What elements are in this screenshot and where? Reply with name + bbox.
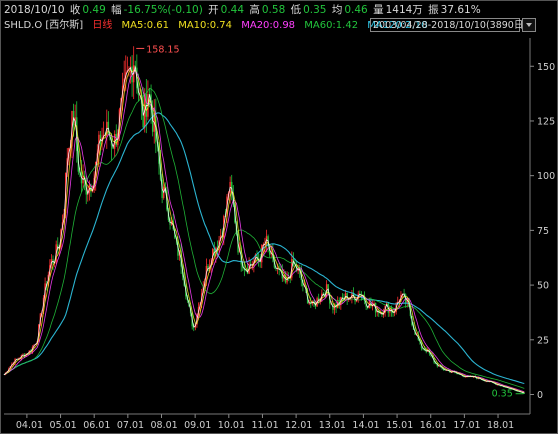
low-label: 低 [290, 4, 302, 16]
x-tick-label: 13.01 [319, 420, 346, 431]
close-value: 0.49 [82, 4, 106, 16]
moving-average-lines [3, 66, 525, 394]
candlesticks [4, 46, 525, 394]
x-tick-label: 12.01 [285, 420, 312, 431]
avg-value: 0.46 [344, 4, 368, 16]
amplitude-label: 振 [428, 4, 439, 16]
y-tick-label: 75 [537, 226, 549, 237]
quote-bar: 2018/10/10 收 0.49 幅 -16.75%(-0.10) 开 0.44 高… [4, 3, 483, 17]
x-tick-label: 14.01 [352, 420, 379, 431]
y-tick-label: 125 [537, 116, 555, 127]
ma10-label: MA10:0.74 [178, 20, 233, 31]
x-tick-label: 09.01 [184, 420, 211, 431]
x-axis: 04.01 05.01 06.01 07.01 08.01 09.01 10.01 11.01… [4, 413, 530, 431]
x-tick-label: 11.01 [251, 420, 278, 431]
date-range-select[interactable]: 2003/04/28-2018/10/10(3890日) [370, 18, 527, 32]
volume-value: 1414万 [385, 4, 423, 16]
y-tick-label: 0 [537, 390, 543, 401]
ma60-label: MA60:1.42 [304, 20, 359, 31]
open-label: 开 [208, 4, 219, 16]
x-tick-label: 06.01 [83, 420, 110, 431]
x-tick-label: 15.01 [386, 420, 413, 431]
change-label: 幅 [111, 4, 122, 16]
y-tick-label: 50 [537, 281, 549, 292]
amplitude-value: 37.61% [440, 4, 481, 16]
x-tick-label: 08.01 [150, 420, 177, 431]
low-annotation: 0.35 [492, 389, 513, 400]
x-tick-label: 04.01 [16, 420, 43, 431]
annotations: 158.15 0.35 [136, 44, 524, 400]
high-label: 高 [249, 4, 260, 16]
symbol-label: SHLD.O [西尔斯] [4, 20, 84, 31]
chevron-down-icon[interactable] [522, 18, 536, 32]
kline-chart[interactable]: 0 25 50 75 100 125 150 04.01 05.01 06.01 07.01 08.… [0, 0, 558, 434]
ma20-line [3, 69, 525, 393]
ma20-label: MA20:0.98 [241, 20, 296, 31]
x-tick-label: 17.01 [453, 420, 480, 431]
change-value: -16.75%(-0.10) [123, 4, 203, 16]
high-annotation: 158.15 [146, 44, 179, 55]
high-value: 0.58 [261, 4, 286, 16]
ma60-line [3, 88, 525, 389]
period-label[interactable]: 日线 [92, 20, 112, 31]
x-tick-label: 10.01 [218, 420, 245, 431]
x-tick-label: 05.01 [50, 420, 77, 431]
x-tick-label: 16.01 [420, 420, 447, 431]
ma120-line [3, 112, 525, 385]
quote-date: 2018/10/10 [4, 4, 65, 16]
y-tick-label: 150 [537, 62, 555, 73]
close-label: 收 [69, 4, 81, 16]
y-axis: 0 25 50 75 100 125 150 [529, 38, 555, 414]
open-value: 0.44 [220, 4, 245, 16]
y-tick-label: 100 [537, 171, 555, 182]
ma5-label: MA5:0.61 [121, 20, 170, 31]
y-tick-label: 25 [537, 335, 549, 346]
ma10-line [3, 68, 525, 393]
ma5-line [3, 66, 525, 394]
x-tick-label: 07.01 [117, 420, 144, 431]
low-value: 0.35 [303, 4, 327, 16]
avg-label: 均 [331, 4, 343, 16]
volume-label: 量 [373, 4, 384, 16]
x-tick-label: 18.01 [487, 420, 514, 431]
